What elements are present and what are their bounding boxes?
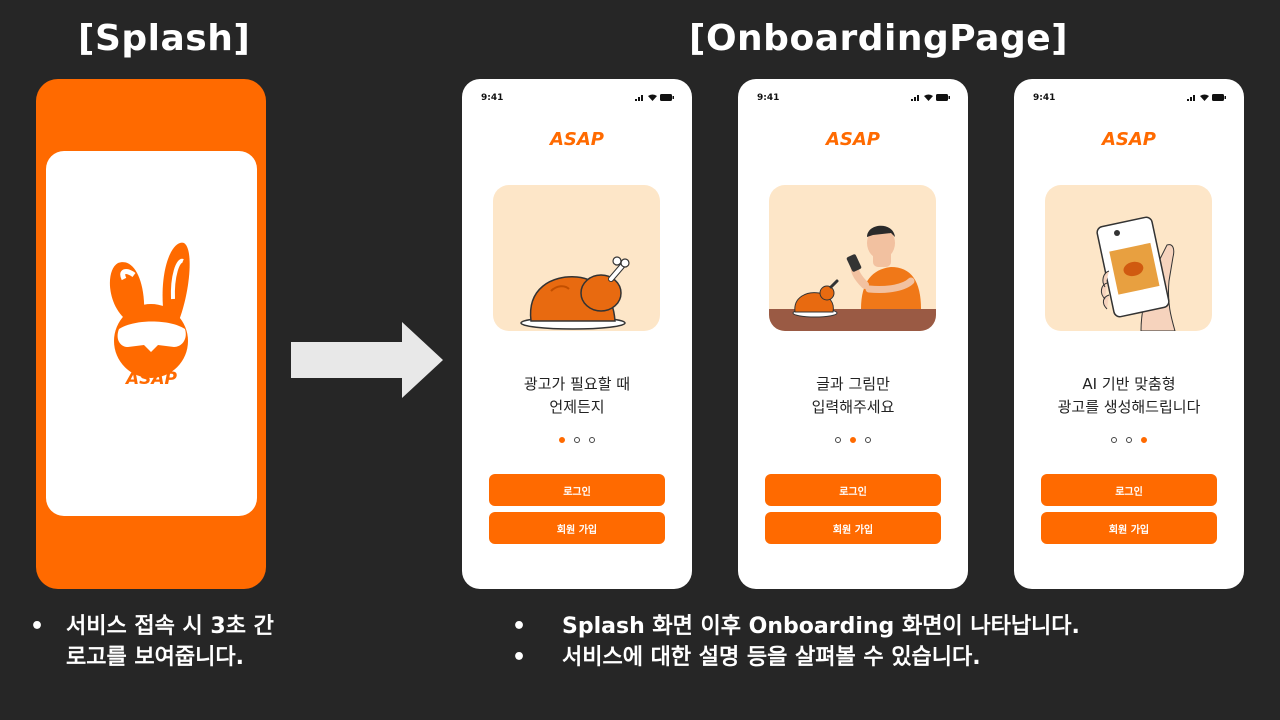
splash-card: ASAP — [46, 151, 257, 516]
note-item: • 서비스 접속 시 3초 간 로고를 보여줍니다. — [30, 611, 274, 673]
splash-notes: • 서비스 접속 시 3초 간 로고를 보여줍니다. — [30, 611, 274, 673]
page-dot-1[interactable] — [559, 437, 565, 443]
onboarding-description: 글과 그림만 입력해주세요 — [738, 373, 968, 419]
signal-icon — [1187, 95, 1195, 101]
signal-icon — [635, 95, 643, 101]
roast-chicken-icon — [520, 256, 630, 330]
signup-button[interactable]: 회원 가입 — [489, 512, 665, 544]
status-time: 9:41 — [481, 93, 504, 103]
onboarding-notes: • Splash 화면 이후 Onboarding 화면이 나타납니다. • 서… — [512, 611, 1080, 673]
page-dot-2[interactable] — [1126, 437, 1132, 443]
onboarding-heading: [OnboardingPage] — [689, 18, 1069, 59]
note-text: 서비스에 대한 설명 등을 살펴볼 수 있습니다. — [562, 645, 981, 670]
login-button[interactable]: 로그인 — [1041, 474, 1217, 506]
page-dot-3[interactable] — [865, 437, 871, 443]
page-dot-3[interactable] — [589, 437, 595, 443]
onboarding-description: 광고가 필요할 때 언제든지 — [462, 373, 692, 419]
status-time: 9:41 — [757, 93, 780, 103]
page-indicator[interactable] — [462, 437, 692, 443]
battery-icon — [936, 94, 950, 101]
page-dot-2[interactable] — [574, 437, 580, 443]
description-line-1: 글과 그림만 — [816, 375, 890, 393]
battery-icon — [1212, 94, 1226, 101]
man-with-phone-icon — [769, 225, 936, 331]
illustration-roast-chicken — [493, 185, 660, 331]
note-text: Splash 화면 이후 Onboarding 화면이 나타납니다. — [562, 614, 1080, 639]
note-item: • Splash 화면 이후 Onboarding 화면이 나타납니다. — [512, 611, 1080, 642]
wifi-icon — [924, 94, 933, 101]
page-dot-1[interactable] — [835, 437, 841, 443]
wifi-icon — [648, 94, 657, 101]
signal-icon — [911, 95, 919, 101]
illustration-hand-holding-phone — [1045, 185, 1212, 331]
signup-button[interactable]: 회원 가입 — [1041, 512, 1217, 544]
illustration-man-with-phone — [769, 185, 936, 331]
description-line-2: 언제든지 — [549, 398, 605, 416]
bullet-mark: • — [30, 614, 45, 639]
transition-arrow-icon — [291, 322, 443, 398]
login-button[interactable]: 로그인 — [765, 474, 941, 506]
wifi-icon — [1200, 94, 1209, 101]
brand-logo: ASAP — [1101, 129, 1157, 150]
status-time: 9:41 — [1033, 93, 1056, 103]
description-line-1: AI 기반 맞춤형 — [1082, 375, 1176, 393]
bullet-mark: • — [512, 645, 527, 670]
signup-button[interactable]: 회원 가입 — [765, 512, 941, 544]
status-icons — [635, 94, 674, 101]
battery-icon — [660, 94, 674, 101]
hand-holding-phone-icon — [1096, 216, 1176, 331]
rabbit-logo-icon — [109, 242, 190, 378]
note-item: • 서비스에 대한 설명 등을 살펴볼 수 있습니다. — [512, 642, 1080, 673]
onboarding-screen-3[interactable]: 9:41 ASAP AI 기반 맞춤형 광고를 생성해드립니다 로그인 회원 가… — [1014, 79, 1244, 589]
description-line-1: 광고가 필요할 때 — [523, 375, 631, 393]
bullet-mark: • — [512, 614, 527, 639]
splash-logo-text: ASAP — [125, 369, 178, 389]
page-indicator[interactable] — [1014, 437, 1244, 443]
description-line-2: 입력해주세요 — [811, 398, 895, 416]
onboarding-screen-2[interactable]: 9:41 ASAP 글과 그림만 입력해주세요 로그인 회원 가입 — [738, 79, 968, 589]
brand-logo: ASAP — [825, 129, 881, 150]
page-indicator[interactable] — [738, 437, 968, 443]
status-icons — [911, 94, 950, 101]
splash-screen: ASAP — [36, 79, 266, 589]
splash-heading: [Splash] — [78, 18, 251, 59]
page-dot-2[interactable] — [850, 437, 856, 443]
onboarding-screen-1[interactable]: 9:41 ASAP 광고가 필요할 때 언제든지 로그인 회원 가입 — [462, 79, 692, 589]
brand-logo: ASAP — [549, 129, 605, 150]
page-dot-1[interactable] — [1111, 437, 1117, 443]
status-icons — [1187, 94, 1226, 101]
note-text: 서비스 접속 시 3초 간 로고를 보여줍니다. — [66, 614, 274, 670]
onboarding-description: AI 기반 맞춤형 광고를 생성해드립니다 — [1014, 373, 1244, 419]
page-dot-3[interactable] — [1141, 437, 1147, 443]
description-line-2: 광고를 생성해드립니다 — [1057, 398, 1201, 416]
login-button[interactable]: 로그인 — [489, 474, 665, 506]
